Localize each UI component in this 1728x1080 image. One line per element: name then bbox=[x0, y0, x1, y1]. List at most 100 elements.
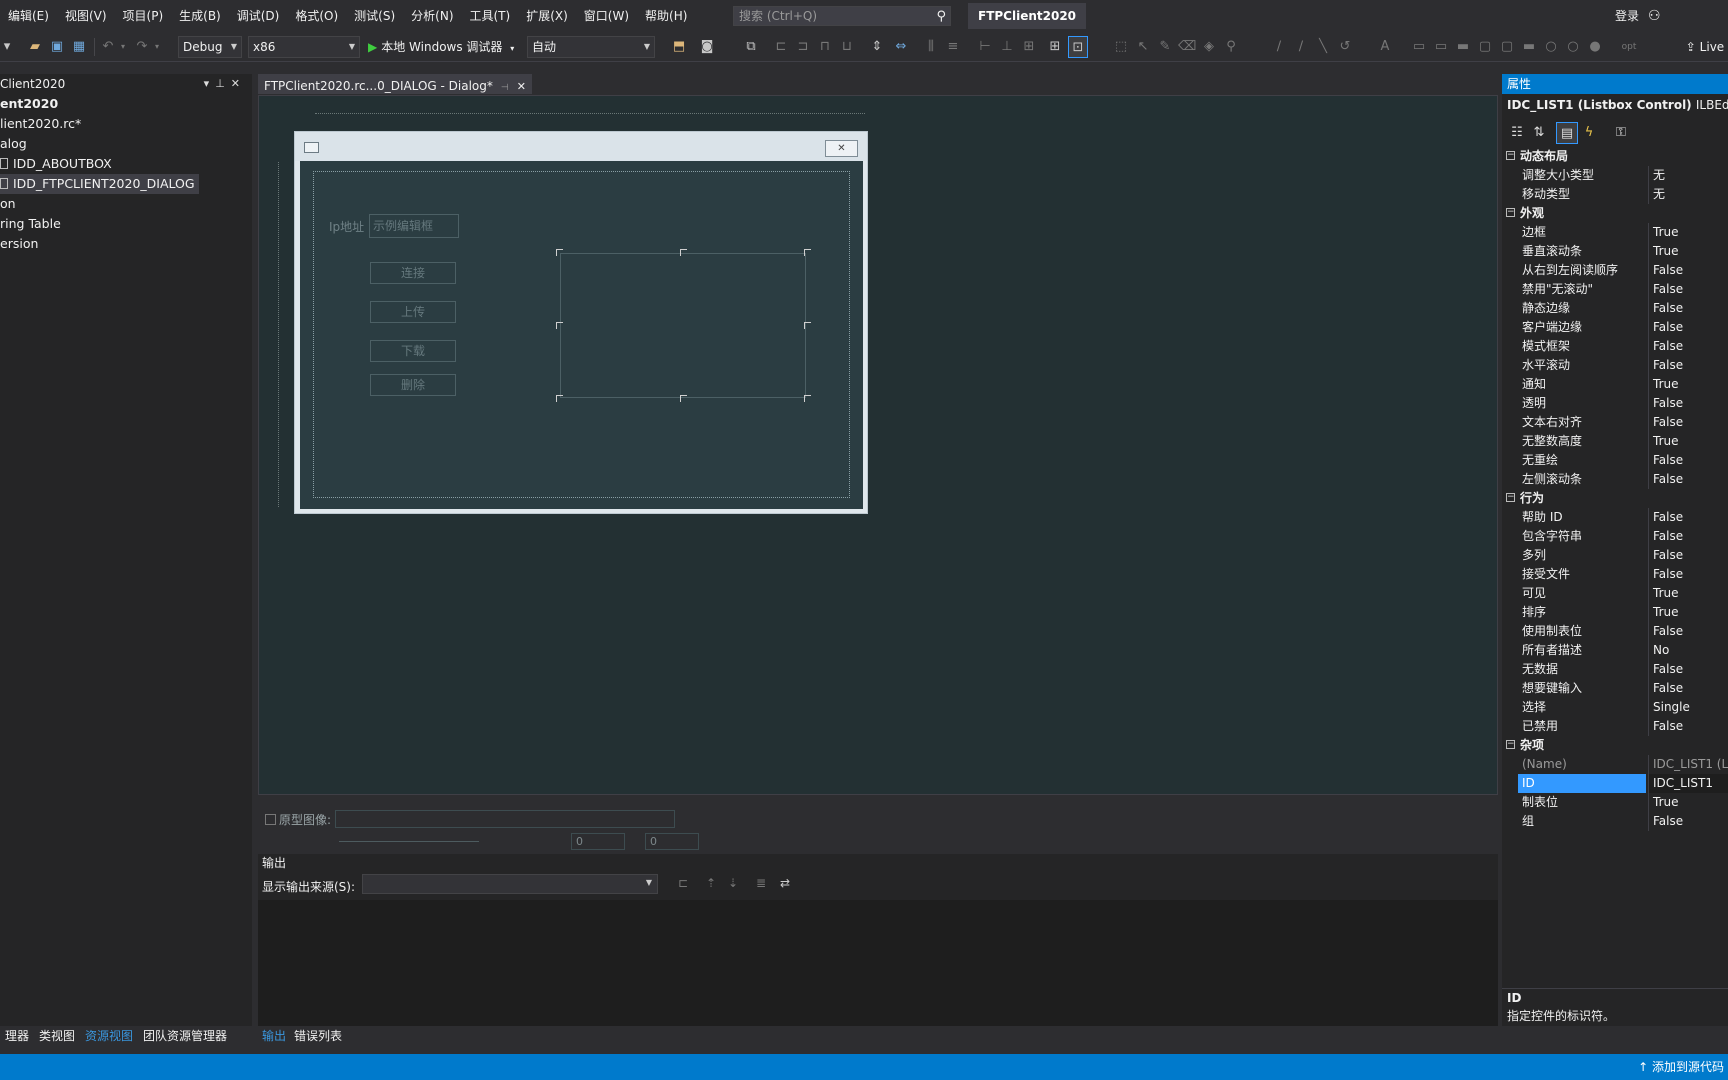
dialog-preview[interactable]: ✕ Ip地址 示例编辑框 连接 上传 下载 删除 bbox=[294, 131, 868, 514]
word-wrap-icon[interactable]: ⇄ bbox=[780, 876, 790, 890]
vertical-guide-ruler[interactable] bbox=[267, 162, 279, 507]
same-size-icon[interactable]: ⊞ bbox=[1020, 36, 1038, 58]
menu-window[interactable]: 窗口(W) bbox=[576, 0, 637, 32]
collapse-icon[interactable]: − bbox=[1506, 493, 1515, 502]
property-row[interactable]: 制表位 True bbox=[1502, 793, 1728, 812]
tab-resource-view[interactable]: 资源视图 bbox=[80, 1026, 138, 1046]
ellipse-filled-icon[interactable]: ● bbox=[1586, 36, 1604, 58]
ellipse-icon[interactable]: ○ bbox=[1542, 36, 1560, 58]
property-row[interactable]: 客户端边缘 False bbox=[1502, 318, 1728, 337]
property-row[interactable]: 从右到左阅读顺序 False bbox=[1502, 261, 1728, 280]
user-icon[interactable]: ⚇ bbox=[1648, 0, 1661, 32]
tab-solution-explorer[interactable]: 理器 bbox=[0, 1026, 34, 1046]
brush-icon[interactable]: ∕ bbox=[1270, 36, 1288, 58]
same-height-icon[interactable]: ⊥ bbox=[998, 36, 1016, 58]
round-outline-icon[interactable]: ▢ bbox=[1498, 36, 1516, 58]
property-row[interactable]: 排序 True bbox=[1502, 603, 1728, 622]
property-row[interactable]: 文本右对齐 False bbox=[1502, 413, 1728, 432]
center-vertical-icon[interactable]: ⇕ bbox=[868, 36, 886, 58]
property-row[interactable]: 组 False bbox=[1502, 812, 1728, 831]
property-row[interactable]: 左侧滚动条 False bbox=[1502, 470, 1728, 489]
output-text-area[interactable] bbox=[258, 900, 1498, 1026]
property-row[interactable]: 模式框架 False bbox=[1502, 337, 1728, 356]
prototype-image-path[interactable] bbox=[335, 810, 675, 828]
tab-class-view[interactable]: 类视图 bbox=[34, 1026, 80, 1046]
airbrush-icon[interactable]: ∕ bbox=[1292, 36, 1310, 58]
property-row[interactable]: (Name) IDC_LIST1 (Lis bbox=[1502, 755, 1728, 774]
property-row[interactable]: 包含字符串 False bbox=[1502, 527, 1728, 546]
property-row[interactable]: 想要键输入 False bbox=[1502, 679, 1728, 698]
tab-team-explorer[interactable]: 团队资源管理器 bbox=[138, 1026, 232, 1046]
listbox-control[interactable] bbox=[560, 253, 806, 398]
select-icon[interactable]: ↖ bbox=[1134, 36, 1152, 58]
property-row[interactable]: 可见 True bbox=[1502, 584, 1728, 603]
property-row[interactable]: 通知 True bbox=[1502, 375, 1728, 394]
dialog-designer-surface[interactable]: ✕ Ip地址 示例编辑框 连接 上传 下载 删除 原型图像: 0 0 bbox=[258, 95, 1498, 850]
align-left-icon[interactable]: ⊏ bbox=[772, 36, 790, 58]
menu-format[interactable]: 格式(O) bbox=[287, 0, 346, 32]
search-icon[interactable]: ⚲ bbox=[936, 8, 946, 26]
resize-handle[interactable] bbox=[680, 249, 687, 256]
menu-test[interactable]: 测试(S) bbox=[346, 0, 403, 32]
clear-all-icon[interactable]: ≣ bbox=[756, 876, 766, 890]
ip-address-label[interactable]: Ip地址 bbox=[329, 218, 364, 235]
pointer-icon[interactable]: ⬚ bbox=[1112, 36, 1130, 58]
resize-handle[interactable] bbox=[804, 395, 811, 402]
menu-tools[interactable]: 工具(T) bbox=[462, 0, 519, 32]
live-share-button[interactable]: ⇪ Live bbox=[1682, 36, 1728, 58]
login-link[interactable]: 登录 bbox=[1615, 0, 1639, 32]
find-in-files-icon[interactable]: ⬒ bbox=[670, 36, 688, 58]
round-rectangle-icon[interactable]: ▢ bbox=[1476, 36, 1494, 58]
previous-message-icon[interactable]: ⇡ bbox=[706, 876, 716, 890]
fill-icon[interactable]: ◈ bbox=[1200, 36, 1218, 58]
align-bottom-icon[interactable]: ⊔ bbox=[838, 36, 856, 58]
resize-handle[interactable] bbox=[680, 395, 687, 402]
outline-rectangle-icon[interactable]: ▭ bbox=[1432, 36, 1450, 58]
categorized-icon[interactable]: ☷ bbox=[1506, 122, 1528, 144]
property-row[interactable]: 已禁用 False bbox=[1502, 717, 1728, 736]
property-value-input[interactable]: IDC_LIST1 bbox=[1648, 774, 1728, 793]
toggle-grid-icon[interactable]: ⊞ bbox=[1046, 36, 1064, 58]
property-row[interactable]: ID IDC_LIST1 bbox=[1502, 774, 1728, 793]
property-row[interactable]: 无整数高度 True bbox=[1502, 432, 1728, 451]
menu-analyze[interactable]: 分析(N) bbox=[403, 0, 461, 32]
align-right-icon[interactable]: ⊐ bbox=[794, 36, 812, 58]
pin-icon[interactable]: ⊣ bbox=[501, 83, 509, 93]
camera-icon[interactable]: ◙ bbox=[698, 36, 716, 58]
property-row[interactable]: 水平滚动 False bbox=[1502, 356, 1728, 375]
properties-icon[interactable]: ▤ bbox=[1556, 122, 1578, 144]
tab-error-list[interactable]: 错误列表 bbox=[290, 1026, 346, 1046]
offset-y-spinner[interactable]: 0 bbox=[645, 833, 699, 850]
collapse-icon[interactable]: − bbox=[1506, 151, 1515, 160]
redo-dropdown-icon[interactable]: ▾ bbox=[152, 36, 162, 58]
dialog-client-area[interactable]: Ip地址 示例编辑框 连接 上传 下载 删除 bbox=[300, 161, 863, 509]
events-icon[interactable]: ϟ bbox=[1578, 122, 1600, 144]
space-across-icon[interactable]: ⫼ bbox=[922, 36, 940, 58]
same-width-icon[interactable]: ⊢ bbox=[976, 36, 994, 58]
prototype-image-checkbox[interactable] bbox=[265, 814, 276, 825]
menu-view[interactable]: 视图(V) bbox=[57, 0, 115, 32]
menu-help[interactable]: 帮助(H) bbox=[637, 0, 695, 32]
property-category[interactable]: − 杂项 bbox=[1502, 736, 1728, 755]
search-input[interactable]: 搜索 (Ctrl+Q) ⚲ bbox=[733, 6, 951, 26]
line-icon[interactable]: ╲ bbox=[1314, 36, 1332, 58]
save-all-icon[interactable]: ▦ bbox=[70, 36, 88, 58]
collapse-icon[interactable]: − bbox=[1506, 740, 1515, 749]
property-row[interactable]: 无重绘 False bbox=[1502, 451, 1728, 470]
redo-icon[interactable]: ↷ bbox=[134, 36, 150, 58]
center-horizontal-icon[interactable]: ⇔ bbox=[892, 36, 910, 58]
property-row[interactable]: 禁用"无滚动" False bbox=[1502, 280, 1728, 299]
property-row[interactable]: 垂直滚动条 True bbox=[1502, 242, 1728, 261]
horizontal-guide-ruler[interactable] bbox=[315, 102, 865, 114]
property-row[interactable]: 边框 True bbox=[1502, 223, 1728, 242]
property-category[interactable]: − 动态布局 bbox=[1502, 147, 1728, 166]
menu-debug[interactable]: 调试(D) bbox=[229, 0, 288, 32]
zoom-icon[interactable]: ⚲ bbox=[1222, 36, 1240, 58]
start-debugging-button[interactable]: ▶ 本地 Windows 调试器 ▾ bbox=[368, 36, 514, 58]
property-row[interactable]: 静态边缘 False bbox=[1502, 299, 1728, 318]
tab-dialog-editor[interactable]: FTPClient2020.rc...0_DIALOG - Dialog* ⊣ ✕ bbox=[258, 74, 532, 94]
resize-handle[interactable] bbox=[556, 395, 563, 402]
delete-button[interactable]: 删除 bbox=[370, 374, 456, 396]
ip-edit-control[interactable]: 示例编辑框 bbox=[369, 214, 459, 238]
connect-button[interactable]: 连接 bbox=[370, 262, 456, 284]
